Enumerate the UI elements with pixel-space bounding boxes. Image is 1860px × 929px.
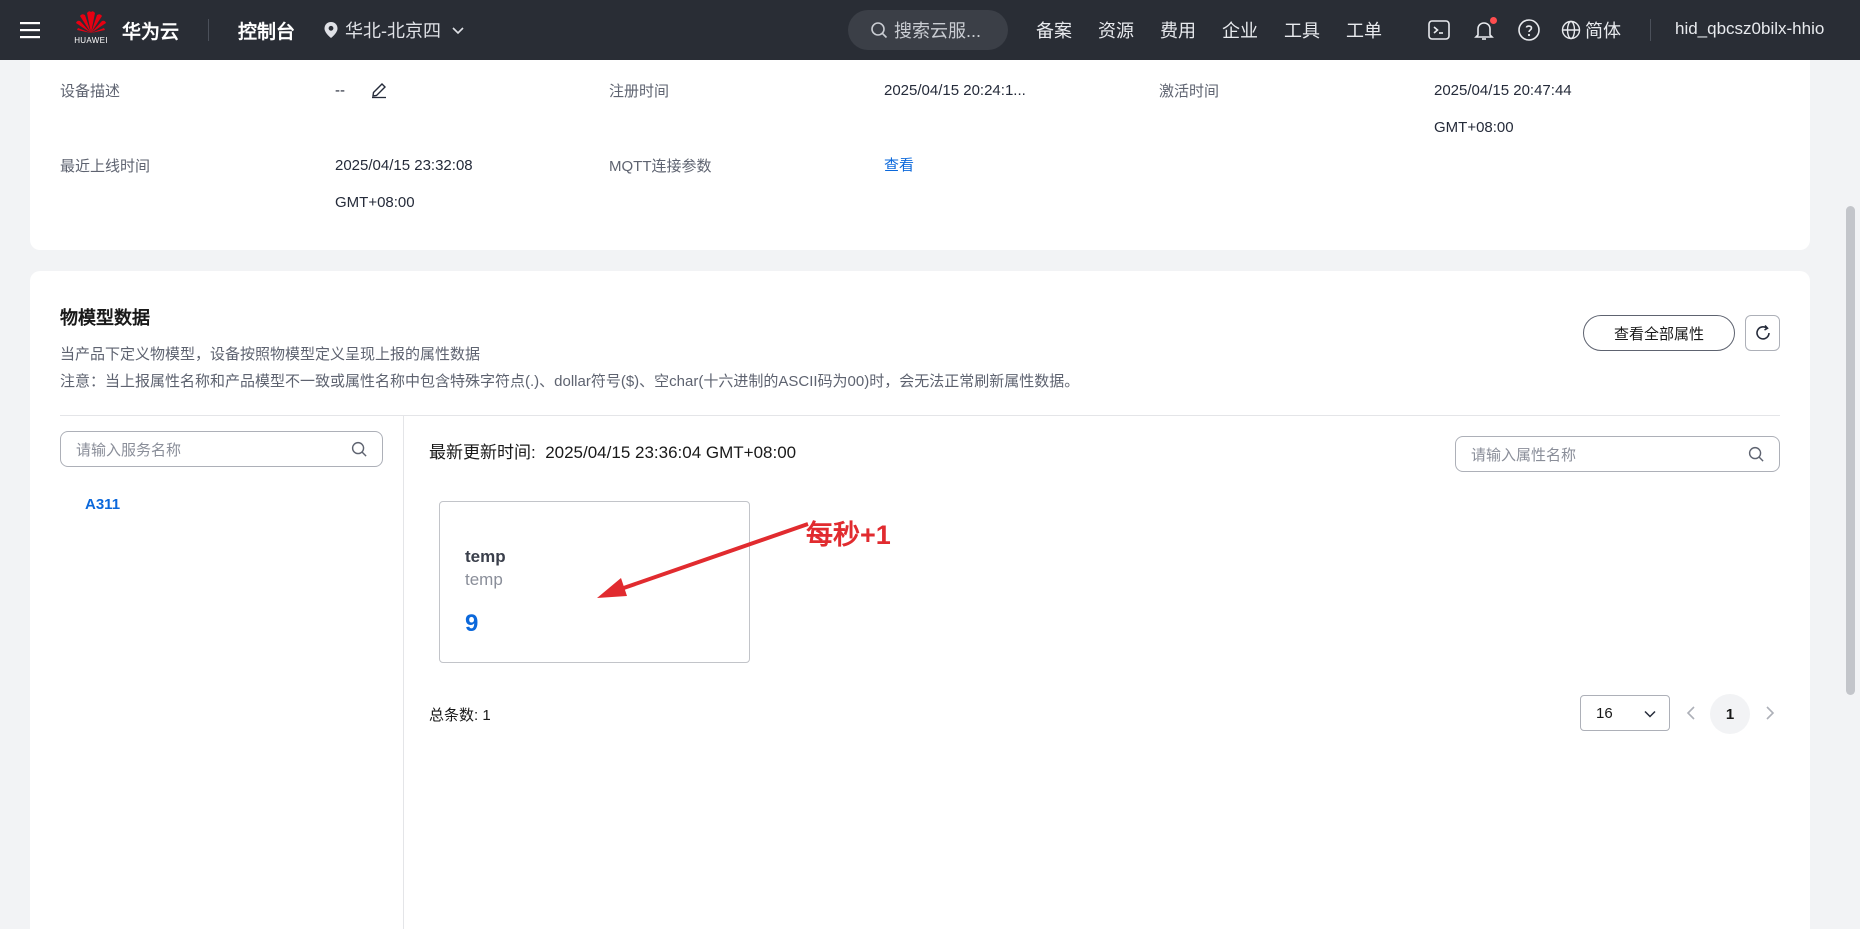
chevron-right-icon[interactable] (1762, 704, 1778, 722)
annotation-arrow-icon (597, 522, 809, 598)
top-nav-icons: 简体 (1426, 0, 1621, 60)
update-time-label: 最新更新时间: (429, 443, 536, 462)
nav-tools[interactable]: 工具 (1284, 17, 1320, 43)
nav-filing[interactable]: 备案 (1036, 17, 1072, 43)
total-count: 总条数: 1 (429, 704, 491, 725)
mqtt-params-label: MQTT连接参数 (609, 158, 712, 175)
region-selector[interactable]: 华北-北京四 (323, 17, 471, 43)
chevron-down-icon (452, 27, 464, 35)
nav-billing[interactable]: 费用 (1160, 17, 1196, 43)
property-id: temp (465, 570, 503, 589)
last-online-label: 最近上线时间 (60, 158, 151, 175)
edit-icon[interactable] (370, 81, 388, 99)
username[interactable]: hid_qbcsz0bilx-hhio (1675, 19, 1824, 39)
divider (60, 415, 1780, 416)
logo-subtext: HUAWEI (74, 36, 108, 45)
page-size-value: 16 (1596, 704, 1613, 722)
location-pin-icon (324, 22, 338, 38)
device-desc-value: -- (335, 82, 345, 99)
divider (1650, 19, 1651, 41)
page-number-current[interactable]: 1 (1710, 694, 1750, 734)
console-link[interactable]: 控制台 (238, 17, 295, 44)
search-icon (1748, 446, 1764, 462)
last-update-time: 最新更新时间: 2025/04/15 23:36:04 GMT+08:00 (429, 438, 796, 463)
update-time-value: 2025/04/15 23:36:04 GMT+08:00 (545, 443, 797, 462)
view-all-properties-button[interactable]: 查看全部属性 (1583, 315, 1735, 351)
register-time-value: 2025/04/15 20:24:1... (884, 82, 1026, 99)
refresh-button[interactable] (1745, 315, 1780, 351)
refresh-icon (1755, 324, 1770, 340)
divider (208, 19, 210, 41)
last-online-value: 2025/04/15 23:32:08 (335, 157, 473, 174)
brand-name: 华为云 (122, 21, 180, 43)
service-search-input[interactable]: 请输入服务名称 (60, 431, 383, 467)
total-label: 总条数: (429, 707, 479, 724)
global-search[interactable]: 搜索云服... (848, 10, 1008, 50)
service-item-a311[interactable]: A311 (85, 496, 120, 513)
model-data-card: 物模型数据 当产品下定义物模型，设备按照物模型定义呈现上报的属性数据 注意：当上… (30, 271, 1810, 929)
search-placeholder: 搜索云服... (894, 21, 982, 41)
chevron-down-icon (1644, 710, 1656, 718)
huawei-cloud-logo[interactable]: HUAWEI 华为云 (72, 9, 179, 51)
language-label: 简体 (1585, 21, 1621, 41)
device-info-card: 设备描述 -- 注册时间 2025/04/15 20:24:1... 激活时间 … (30, 60, 1810, 250)
activate-time-label: 激活时间 (1159, 83, 1220, 100)
huawei-logo-icon (76, 11, 106, 33)
page-size-select[interactable]: 16 (1580, 695, 1670, 731)
last-online-tz: GMT+08:00 (335, 194, 415, 211)
help-icon[interactable] (1516, 17, 1542, 43)
notification-dot (1490, 17, 1497, 24)
device-desc-label: 设备描述 (60, 83, 121, 100)
menu-icon[interactable] (0, 0, 60, 60)
section-title: 物模型数据 (60, 308, 150, 328)
globe-icon (1561, 20, 1581, 40)
property-value: 9 (465, 610, 479, 637)
nav-enterprise[interactable]: 企业 (1222, 17, 1258, 43)
page-scrollbar-thumb[interactable] (1846, 206, 1855, 695)
divider (403, 416, 404, 929)
chevron-left-icon[interactable] (1683, 704, 1699, 722)
nav-resources[interactable]: 资源 (1098, 17, 1134, 43)
search-icon (351, 441, 367, 457)
register-time-label: 注册时间 (609, 83, 670, 100)
search-icon (871, 22, 888, 39)
language-switcher[interactable]: 简体 (1561, 17, 1621, 43)
property-name: temp (465, 547, 506, 566)
annotation-text: 每秒+1 (806, 520, 891, 550)
activate-time-tz: GMT+08:00 (1434, 119, 1514, 136)
region-label: 华北-北京四 (345, 21, 442, 41)
total-value: 1 (482, 707, 491, 724)
mqtt-view-link[interactable]: 查看 (884, 147, 914, 184)
section-note: 注意：当上报属性名称和产品模型不一致或属性名称中包含特殊字符点(.)、dolla… (60, 373, 1080, 390)
activate-time-value: 2025/04/15 20:47:44 (1434, 82, 1572, 99)
top-nav-links: 备案 资源 费用 企业 工具 工单 (1036, 0, 1408, 60)
terminal-icon[interactable] (1426, 17, 1452, 43)
section-description: 当产品下定义物模型，设备按照物模型定义呈现上报的属性数据 (60, 346, 481, 363)
service-search-placeholder: 请输入服务名称 (76, 441, 182, 459)
property-search-placeholder: 请输入属性名称 (1471, 446, 1577, 464)
bell-icon[interactable] (1471, 17, 1497, 43)
property-search-input[interactable]: 请输入属性名称 (1455, 436, 1780, 472)
nav-tickets[interactable]: 工单 (1346, 17, 1382, 43)
